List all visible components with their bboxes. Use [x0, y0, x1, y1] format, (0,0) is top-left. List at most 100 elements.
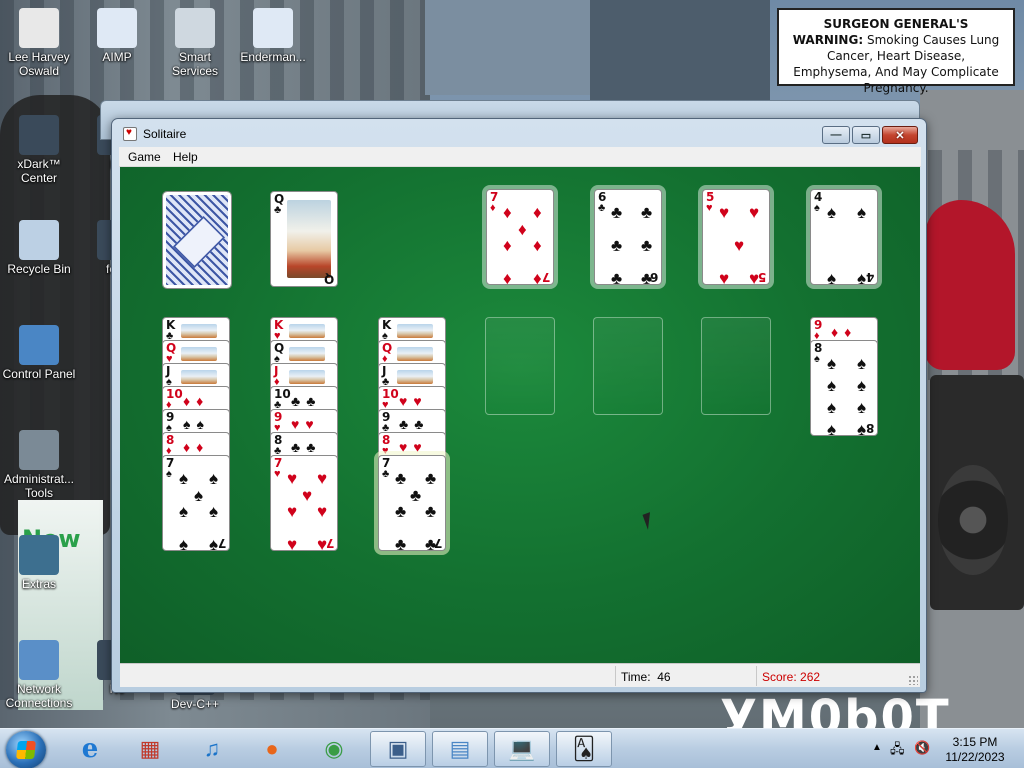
empty-tableau-slot[interactable] — [485, 317, 555, 415]
taskbar-button[interactable]: ▤ — [432, 731, 488, 767]
folder-icon — [19, 535, 59, 575]
taskbar-button[interactable]: ▣ — [370, 731, 426, 767]
desktop-icon-label: Smart Services — [171, 50, 218, 78]
card-pip-icon: ♠ — [179, 469, 189, 488]
tableau-top-card[interactable]: 7 ♣ ♣ ♣ ♣ ♣ ♣ ♣ ♣ 7 — [378, 455, 446, 551]
face-card-art — [287, 200, 331, 278]
desktop-icon[interactable]: AIMP — [78, 8, 156, 64]
status-separator — [756, 666, 757, 686]
desktop-icon[interactable]: Administrat... Tools — [0, 430, 78, 500]
face-card-art — [289, 347, 325, 361]
solitaire-icon: 🂡 — [572, 736, 596, 761]
desktop-icon[interactable]: Lee Harvey Oswald — [0, 8, 78, 78]
stock-pile[interactable] — [162, 191, 232, 289]
admin-tools-icon — [19, 430, 59, 470]
foundation-pile[interactable]: 5 ♥ ♥ ♥ ♥ ♥ ♥ 5 — [702, 189, 770, 285]
app-store-icon: ▦ — [139, 736, 161, 761]
card-pip-icon: ♠ — [827, 420, 837, 436]
menu-help[interactable]: Help — [173, 150, 198, 164]
maximize-button[interactable]: ▭ — [852, 126, 880, 144]
card-pip-icon: ♦♦ — [183, 393, 210, 409]
desktop-icon-label: Dev-C++ — [170, 697, 220, 711]
card-pip-icon: ♥ — [302, 485, 313, 505]
empty-tableau-slot[interactable] — [593, 317, 663, 415]
card-pip-icon: ♣♣ — [291, 393, 322, 409]
taskbar-button[interactable]: ◉ — [306, 731, 362, 767]
taskbar-button[interactable]: ♫ — [184, 731, 240, 767]
card-pip-icon: ♠ — [827, 269, 837, 285]
face-card-art — [289, 324, 325, 338]
taskbar-button[interactable]: ● — [244, 731, 300, 767]
menu-game[interactable]: Game — [128, 150, 161, 164]
card-pip-icon: ♦ — [533, 203, 542, 222]
tableau-top-card[interactable]: 7 ♥ ♥ ♥ ♥ ♥ ♥ ♥ ♥ 7 — [270, 455, 338, 551]
app-window-icon: ▣ — [387, 736, 409, 761]
minimize-button[interactable]: — — [822, 126, 850, 144]
taskbar-button[interactable]: e — [62, 731, 118, 767]
card-pip-icon: ♥ — [749, 203, 760, 222]
status-score: Score: 262 — [762, 670, 820, 684]
desktop-icon[interactable]: xDark™ Center — [0, 115, 78, 185]
music-note-icon: ♫ — [203, 736, 221, 761]
chrome-icon: ◉ — [324, 736, 344, 761]
status-bar: Time: 46 Score: 262 — [120, 663, 920, 687]
card-pip-icon: ♠ — [857, 376, 867, 395]
card-suit-icon: ♠ — [166, 468, 172, 480]
desktop-icon[interactable]: Control Panel — [0, 325, 78, 381]
desktop-icon-label: Network Connections — [5, 682, 73, 710]
card-pip-icon: ♠ — [209, 469, 219, 488]
card-pip-icon: ♦♦ — [831, 324, 858, 340]
solitaire-app-icon — [123, 127, 137, 141]
network-tray-icon[interactable]: 🖧 — [890, 740, 905, 762]
card-pip-icon: ♥ — [287, 469, 298, 488]
close-button[interactable]: ✕ — [882, 126, 918, 144]
foundation-pile[interactable]: 6 ♣ ♣ ♣ ♣ ♣ ♣ ♣ 6 — [594, 189, 662, 285]
card-rank-bottom: 5 — [757, 270, 766, 284]
desktop-icon-label: Extras — [21, 577, 56, 591]
taskbar-button[interactable]: 💻 — [494, 731, 550, 767]
resize-grip[interactable] — [908, 675, 918, 685]
clock[interactable]: 3:15 PM 11/22/2023 — [940, 735, 1010, 765]
taskbar-button[interactable]: 🂡 — [556, 731, 612, 767]
clock-date: 11/22/2023 — [945, 750, 1005, 764]
card-pip-icon: ♠ — [857, 398, 867, 417]
card-suit-icon: ♥ — [274, 468, 281, 480]
taskbar: e ▦ ♫ ● ◉ ▣ ▤ 💻 🂡 ▲ 🖧 🔇 3:15 PM 11/22/2023 — [0, 728, 1024, 768]
desktop-icon[interactable]: Extras — [0, 535, 78, 591]
card-pip-icon: ♦ — [518, 219, 527, 239]
game-table[interactable]: Q ♣ Q 7 ♦ ♦ ♦ ♦ ♦ ♦ ♦ ♦ 7 6 ♣ ♣ ♣ ♣ ♣ ♣ ♣ 6 5 ♥ ♥ ♥ ♥ ♥ ♥ 5 4 ♠ ♠ ♠ ♠ ♠ 4 K ♣ Q… — [120, 167, 920, 663]
desktop-icon[interactable]: Smart Services — [156, 8, 234, 78]
card-pip-icon: ♣♣ — [399, 416, 430, 432]
desktop-icon[interactable]: Recycle Bin — [0, 220, 78, 276]
waste-pile[interactable]: Q ♣ Q — [270, 191, 338, 287]
surgeon-general-warning: SURGEON GENERAL'S WARNING: Smoking Cause… — [777, 8, 1015, 95]
show-hidden-icons-icon[interactable]: ▲ — [872, 742, 882, 753]
card-suit-icon: ♣ — [274, 204, 282, 216]
title-bar[interactable]: Solitaire — ▭ ✕ — [112, 119, 926, 147]
desktop-icon[interactable]: Enderman... — [234, 8, 312, 64]
tableau-top-card[interactable]: 8 ♠ ♠ ♠ ♠ ♠ ♠ ♠ ♠ ♠ 8 — [810, 340, 878, 436]
minimize-icon: — — [830, 129, 842, 141]
card-pip-icon: ♦ — [503, 236, 512, 255]
foundation-pile[interactable]: 7 ♦ ♦ ♦ ♦ ♦ ♦ ♦ ♦ 7 — [486, 189, 554, 285]
empty-tableau-slot[interactable] — [701, 317, 771, 415]
card-pip-icon: ♠ — [827, 354, 837, 373]
control-panel-icon: ▤ — [449, 736, 471, 761]
foundation-pile[interactable]: 4 ♠ ♠ ♠ ♠ ♠ 4 — [810, 189, 878, 285]
card-suit-icon: ♣ — [382, 468, 390, 480]
taskbar-button[interactable]: ▦ — [122, 731, 178, 767]
tableau-top-card[interactable]: 7 ♠ ♠ ♠ ♠ ♠ ♠ ♠ ♠ 7 — [162, 455, 230, 551]
wallpaper-red-figure — [925, 200, 1015, 370]
start-button[interactable] — [6, 731, 46, 768]
card-pip-icon: ♥ — [287, 535, 298, 551]
card-pip-icon: ♣♣ — [291, 439, 322, 455]
desktop-icon[interactable]: Network Connections — [0, 640, 78, 710]
card-pip-icon: ♥ — [719, 203, 730, 222]
recycle-bin-icon — [19, 220, 59, 260]
card-pip-icon: ♠ — [179, 535, 189, 551]
face-card-art — [397, 347, 433, 361]
card-pip-icon: ♠ — [857, 203, 867, 222]
status-time: Time: 46 — [621, 670, 671, 684]
card-rank-bottom: 7 — [217, 536, 226, 550]
volume-muted-icon[interactable]: 🔇 — [914, 740, 930, 756]
